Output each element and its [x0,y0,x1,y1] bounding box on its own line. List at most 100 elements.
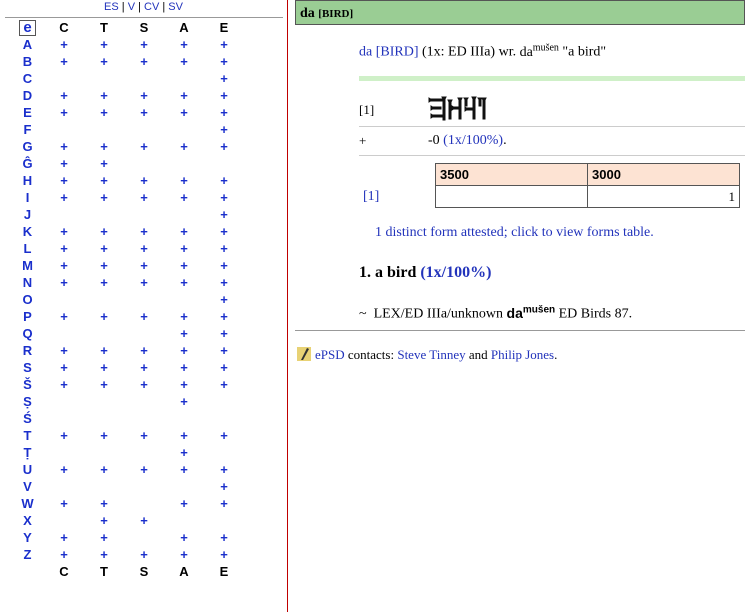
letter-mark-cell[interactable]: + [44,189,84,206]
letter-mark-cell[interactable]: + [44,36,84,53]
forms-table-link[interactable]: 1 distinct form attested; click to view … [375,225,654,241]
letter-mark-cell[interactable]: + [204,478,244,495]
letter-mark-cell[interactable]: + [204,223,244,240]
letter-mark-cell[interactable]: + [204,529,244,546]
letter-mark-cell[interactable]: + [204,546,244,563]
letter-mark-cell[interactable]: + [204,274,244,291]
nav-link-cv[interactable]: CV [144,1,159,13]
letter-link[interactable]: W [11,495,44,512]
letter-mark-cell[interactable]: + [204,427,244,444]
letter-mark-cell[interactable]: + [124,342,164,359]
letter-link[interactable]: Z [11,546,44,563]
letter-mark-cell[interactable]: + [204,461,244,478]
letter-mark-cell[interactable]: + [84,53,124,70]
letter-mark-cell[interactable]: + [44,376,84,393]
letter-mark-cell[interactable]: + [164,393,204,410]
letter-mark-cell[interactable]: + [164,87,204,104]
letter-mark-cell[interactable]: + [124,223,164,240]
letter-mark-cell[interactable]: + [124,189,164,206]
letter-mark-cell[interactable]: + [84,104,124,121]
letter-mark-cell[interactable]: + [164,53,204,70]
letter-mark-cell[interactable]: + [124,87,164,104]
letter-mark-cell[interactable]: + [44,359,84,376]
letter-mark-cell[interactable]: + [84,274,124,291]
letter-link[interactable]: Ṭ [11,444,44,461]
sense-pct-link[interactable]: (1x/100%) [420,264,491,281]
letter-link[interactable]: H [11,172,44,189]
letter-mark-cell[interactable]: + [204,291,244,308]
letter-mark-cell[interactable]: + [124,512,164,529]
letter-mark-cell[interactable]: + [44,87,84,104]
letter-link[interactable]: I [11,189,44,206]
letter-mark-cell[interactable]: + [124,376,164,393]
letter-mark-cell[interactable]: + [44,342,84,359]
letter-link[interactable]: S [11,359,44,376]
letter-mark-cell[interactable]: + [44,240,84,257]
letter-link[interactable]: Y [11,529,44,546]
letter-link[interactable]: D [11,87,44,104]
letter-mark-cell[interactable]: + [204,138,244,155]
letter-mark-cell[interactable]: + [204,376,244,393]
letter-mark-cell[interactable]: + [44,172,84,189]
letter-link[interactable]: M [11,257,44,274]
letter-mark-cell[interactable]: + [44,155,84,172]
letter-mark-cell[interactable]: + [164,308,204,325]
guide-word[interactable]: [BIRD] [376,45,419,60]
letter-mark-cell[interactable]: + [204,189,244,206]
letter-mark-cell[interactable]: + [164,223,204,240]
letter-mark-cell[interactable]: + [124,240,164,257]
letter-mark-cell[interactable]: + [124,138,164,155]
letter-link[interactable]: O [11,291,44,308]
selected-letter[interactable]: e [19,20,36,36]
letter-mark-cell[interactable]: + [164,529,204,546]
letter-mark-cell[interactable]: + [164,427,204,444]
letter-mark-cell[interactable]: + [164,495,204,512]
letter-link[interactable]: Ś [11,410,44,427]
letter-mark-cell[interactable]: + [124,359,164,376]
letter-mark-cell[interactable]: + [204,325,244,342]
letter-mark-cell[interactable]: + [164,342,204,359]
letter-link[interactable]: E [11,104,44,121]
letter-mark-cell[interactable]: + [84,427,124,444]
letter-link[interactable]: U [11,461,44,478]
nav-link-sv[interactable]: SV [168,1,183,13]
epsd-link[interactable]: ePSD [315,347,345,362]
letter-mark-cell[interactable]: + [44,53,84,70]
letter-mark-cell[interactable]: + [124,257,164,274]
letter-link[interactable]: Ṣ [11,393,44,410]
letter-mark-cell[interactable]: + [44,308,84,325]
letter-mark-cell[interactable]: + [84,172,124,189]
citation-form[interactable]: da [359,45,372,60]
letter-mark-cell[interactable]: + [164,359,204,376]
letter-link[interactable]: J [11,206,44,223]
letter-mark-cell[interactable]: + [204,172,244,189]
letter-mark-cell[interactable]: + [164,138,204,155]
period-row-ref-link[interactable]: [1] [359,185,436,208]
letter-mark-cell[interactable]: + [84,223,124,240]
letter-link[interactable]: K [11,223,44,240]
letter-mark-cell[interactable]: + [44,138,84,155]
letter-mark-cell[interactable]: + [204,342,244,359]
letter-mark-cell[interactable]: + [164,325,204,342]
contact-steve-tinney-link[interactable]: Steve Tinney [397,347,465,362]
nav-link-v[interactable]: V [128,1,135,13]
letter-mark-cell[interactable]: + [84,376,124,393]
letter-mark-cell[interactable]: + [204,70,244,87]
letter-mark-cell[interactable]: + [84,529,124,546]
letter-mark-cell[interactable]: + [164,240,204,257]
letter-mark-cell[interactable]: + [164,376,204,393]
letter-mark-cell[interactable]: + [204,495,244,512]
entry-citation-link[interactable]: da [BIRD] [359,45,419,60]
letter-mark-cell[interactable]: + [204,87,244,104]
letter-mark-cell[interactable]: + [164,274,204,291]
letter-mark-cell[interactable]: + [44,427,84,444]
letter-mark-cell[interactable]: + [84,36,124,53]
letter-link[interactable]: C [11,70,44,87]
letter-mark-cell[interactable]: + [164,172,204,189]
letter-mark-cell[interactable]: + [164,546,204,563]
letter-link[interactable]: Š [11,376,44,393]
letter-mark-cell[interactable]: + [84,138,124,155]
letter-mark-cell[interactable]: + [204,359,244,376]
letter-mark-cell[interactable]: + [44,257,84,274]
letter-mark-cell[interactable]: + [84,155,124,172]
